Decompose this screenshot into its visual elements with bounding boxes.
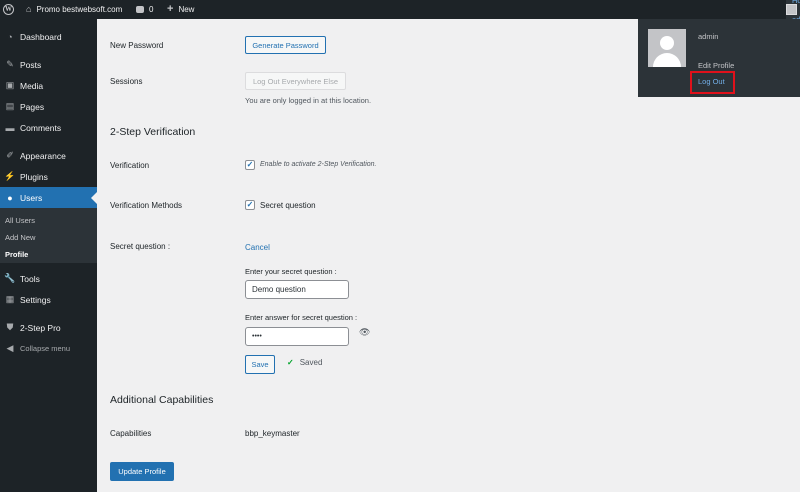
sidebar-item-settings[interactable]: ▦ Settings bbox=[0, 289, 97, 310]
brush-icon: ✐ bbox=[6, 150, 14, 160]
comment-icon: ▬ bbox=[5, 122, 15, 133]
avatar[interactable] bbox=[648, 29, 686, 67]
users-icon: ● bbox=[7, 192, 13, 203]
verification-label: Verification bbox=[110, 161, 150, 170]
new-content-link[interactable]: + New bbox=[167, 0, 194, 19]
home-icon: ⌂ bbox=[26, 4, 32, 14]
media-icon: ▣ bbox=[5, 80, 15, 90]
pin-icon: ✎ bbox=[6, 59, 14, 69]
update-profile-button[interactable]: Update Profile bbox=[110, 462, 174, 481]
sidebar-item-posts[interactable]: ✎ Posts bbox=[0, 54, 97, 75]
sidebar-item-tools[interactable]: 🔧 Tools bbox=[0, 268, 97, 289]
users-submenu: All Users Add New Profile bbox=[0, 208, 97, 263]
secret-question-checkbox[interactable]: ✓ bbox=[245, 200, 255, 210]
admin-sidebar: ◔ Dashboard ✎ Posts ▣ Media ▤ Pages ▬ Comment… bbox=[0, 19, 97, 492]
sidebar-item-comments[interactable]: ▬ Comments bbox=[0, 117, 97, 138]
capabilities-label: Capabilities bbox=[110, 429, 152, 438]
enter-question-label: Enter your secret question : bbox=[245, 267, 337, 276]
new-password-label: New Password bbox=[110, 41, 164, 50]
sidebar-item-appearance[interactable]: ✐ Appearance bbox=[0, 145, 97, 166]
wrench-icon: 🔧 bbox=[4, 273, 16, 283]
check-icon: ✓ bbox=[287, 358, 294, 367]
my-account-menu[interactable]: Howdy, admin bbox=[786, 0, 800, 24]
comments-link[interactable]: 0 bbox=[136, 0, 153, 19]
shield-icon: ⛊ bbox=[6, 322, 14, 332]
sidebar-item-pages[interactable]: ▤ Pages bbox=[0, 96, 97, 117]
sidebar-item-media[interactable]: ▣ Media bbox=[0, 75, 97, 96]
secret-question-label: Secret question : bbox=[110, 242, 171, 251]
site-name-link[interactable]: ⌂ Promo bestwebsoft.com bbox=[26, 0, 122, 19]
capabilities-value: bbp_keymaster bbox=[245, 429, 300, 438]
admin-bar: W ⌂ Promo bestwebsoft.com 0 + New Howdy,… bbox=[0, 0, 800, 24]
dropdown-display-name[interactable]: admin bbox=[698, 32, 718, 41]
settings-icon: ▦ bbox=[5, 294, 15, 304]
edit-profile-link[interactable]: Edit Profile bbox=[698, 61, 734, 70]
plus-icon: + bbox=[167, 3, 174, 15]
gauge-icon: ◔ bbox=[7, 31, 13, 42]
submenu-profile[interactable]: Profile bbox=[5, 250, 28, 259]
verification-checkbox[interactable]: ✓ bbox=[245, 160, 255, 170]
logout-everywhere-button[interactable]: Log Out Everywhere Else bbox=[245, 72, 346, 90]
sidebar-item-dashboard[interactable]: ◔ Dashboard bbox=[0, 26, 97, 47]
plugin-icon: ⚡ bbox=[4, 171, 16, 181]
submenu-all-users[interactable]: All Users bbox=[5, 216, 35, 225]
sidebar-item-plugins[interactable]: ⚡ Plugins bbox=[0, 166, 97, 187]
secret-answer-input[interactable]: •••• bbox=[245, 327, 349, 346]
secret-question-input[interactable] bbox=[245, 280, 349, 299]
sessions-note: You are only logged in at this location. bbox=[245, 96, 372, 105]
account-dropdown: admin Edit Profile Log Out bbox=[638, 19, 800, 97]
wordpress-logo-icon[interactable]: W bbox=[3, 0, 17, 19]
verification-methods-label: Verification Methods bbox=[110, 201, 183, 210]
enter-answer-label: Enter answer for secret question : bbox=[245, 313, 358, 322]
save-button[interactable]: Save bbox=[245, 355, 275, 374]
collapse-menu-button[interactable]: ◀ Collapse menu bbox=[0, 338, 97, 359]
verification-text: Enable to activate 2-Step Verification. bbox=[260, 161, 377, 168]
additional-capabilities-heading: Additional Capabilities bbox=[110, 394, 214, 406]
comment-bubble-icon bbox=[136, 6, 144, 13]
saved-status: ✓ Saved bbox=[287, 358, 323, 367]
sidebar-item-users[interactable]: ● Users bbox=[0, 187, 97, 208]
pages-icon: ▤ bbox=[5, 101, 15, 111]
collapse-icon: ◀ bbox=[6, 343, 14, 353]
generate-password-button[interactable]: Generate Password bbox=[245, 36, 326, 54]
secret-question-method-label: Secret question bbox=[260, 201, 316, 210]
highlight-box bbox=[690, 71, 735, 94]
submenu-add-new[interactable]: Add New bbox=[5, 233, 35, 242]
sidebar-item-2-step-pro[interactable]: ⛊ 2-Step Pro bbox=[0, 317, 97, 338]
eye-slash-icon[interactable]: 👁 bbox=[359, 327, 370, 338]
two-step-heading: 2-Step Verification bbox=[110, 126, 196, 138]
cancel-link[interactable]: Cancel bbox=[245, 243, 270, 252]
sessions-label: Sessions bbox=[110, 77, 143, 86]
